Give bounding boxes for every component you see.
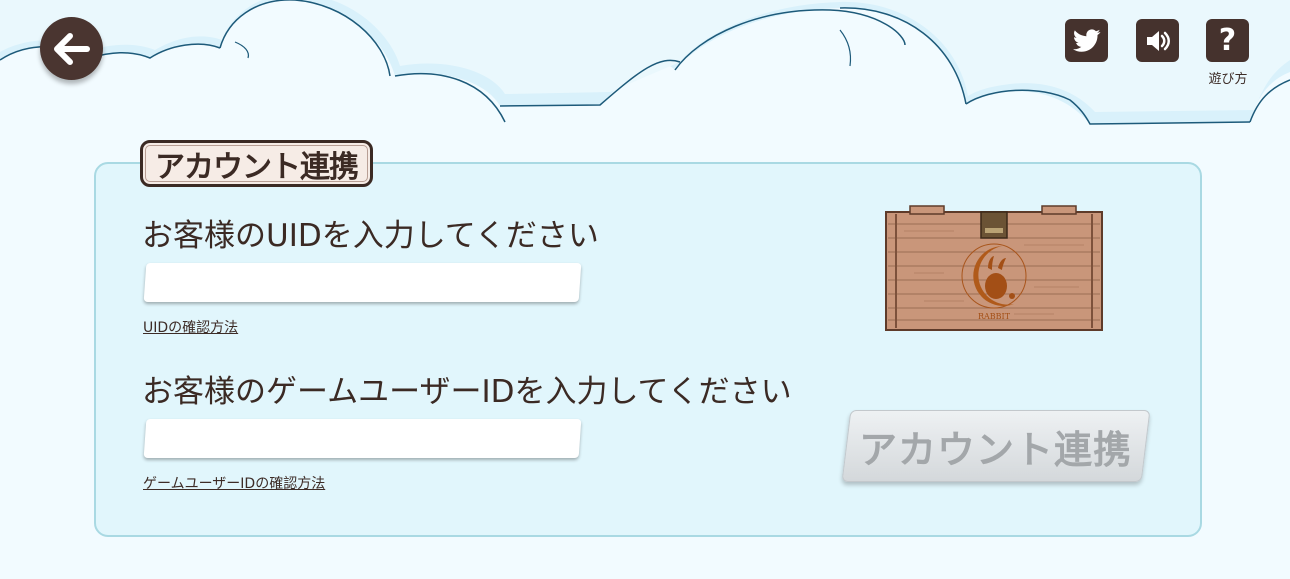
uid-label: お客様のUIDを入力してください — [142, 218, 599, 254]
game-user-id-label: お客様のゲームユーザーIDを入力してください — [142, 374, 792, 410]
panel-title: アカウント連携 — [140, 140, 373, 187]
chest-brand-text: RABBIT — [978, 312, 1011, 321]
sound-button[interactable] — [1136, 19, 1179, 62]
game-user-id-input[interactable] — [145, 419, 580, 458]
uid-input-frame — [143, 263, 582, 302]
treasure-chest-icon: RABBIT — [885, 205, 1103, 331]
page: ? 遊び方 アカウント連携 お客様のUIDを入力してください UIDの確認方法 … — [0, 0, 1290, 579]
game-user-id-input-frame — [143, 419, 582, 458]
back-button[interactable] — [40, 17, 103, 80]
uid-help-link[interactable]: UIDの確認方法 — [143, 317, 238, 337]
help-button[interactable]: ? — [1206, 19, 1249, 62]
game-user-id-help-link[interactable]: ゲームユーザーIDの確認方法 — [143, 473, 325, 493]
speaker-icon — [1146, 30, 1170, 51]
twitter-icon — [1072, 28, 1100, 52]
account-link-button-label: アカウント連携 — [859, 427, 1133, 472]
account-link-button[interactable]: アカウント連携 — [841, 410, 1151, 482]
help-label[interactable]: 遊び方 — [1198, 68, 1258, 87]
arrow-left-icon — [53, 32, 90, 65]
twitter-button[interactable] — [1065, 19, 1108, 62]
uid-input[interactable] — [145, 263, 580, 302]
question-icon: ? — [1218, 22, 1237, 58]
